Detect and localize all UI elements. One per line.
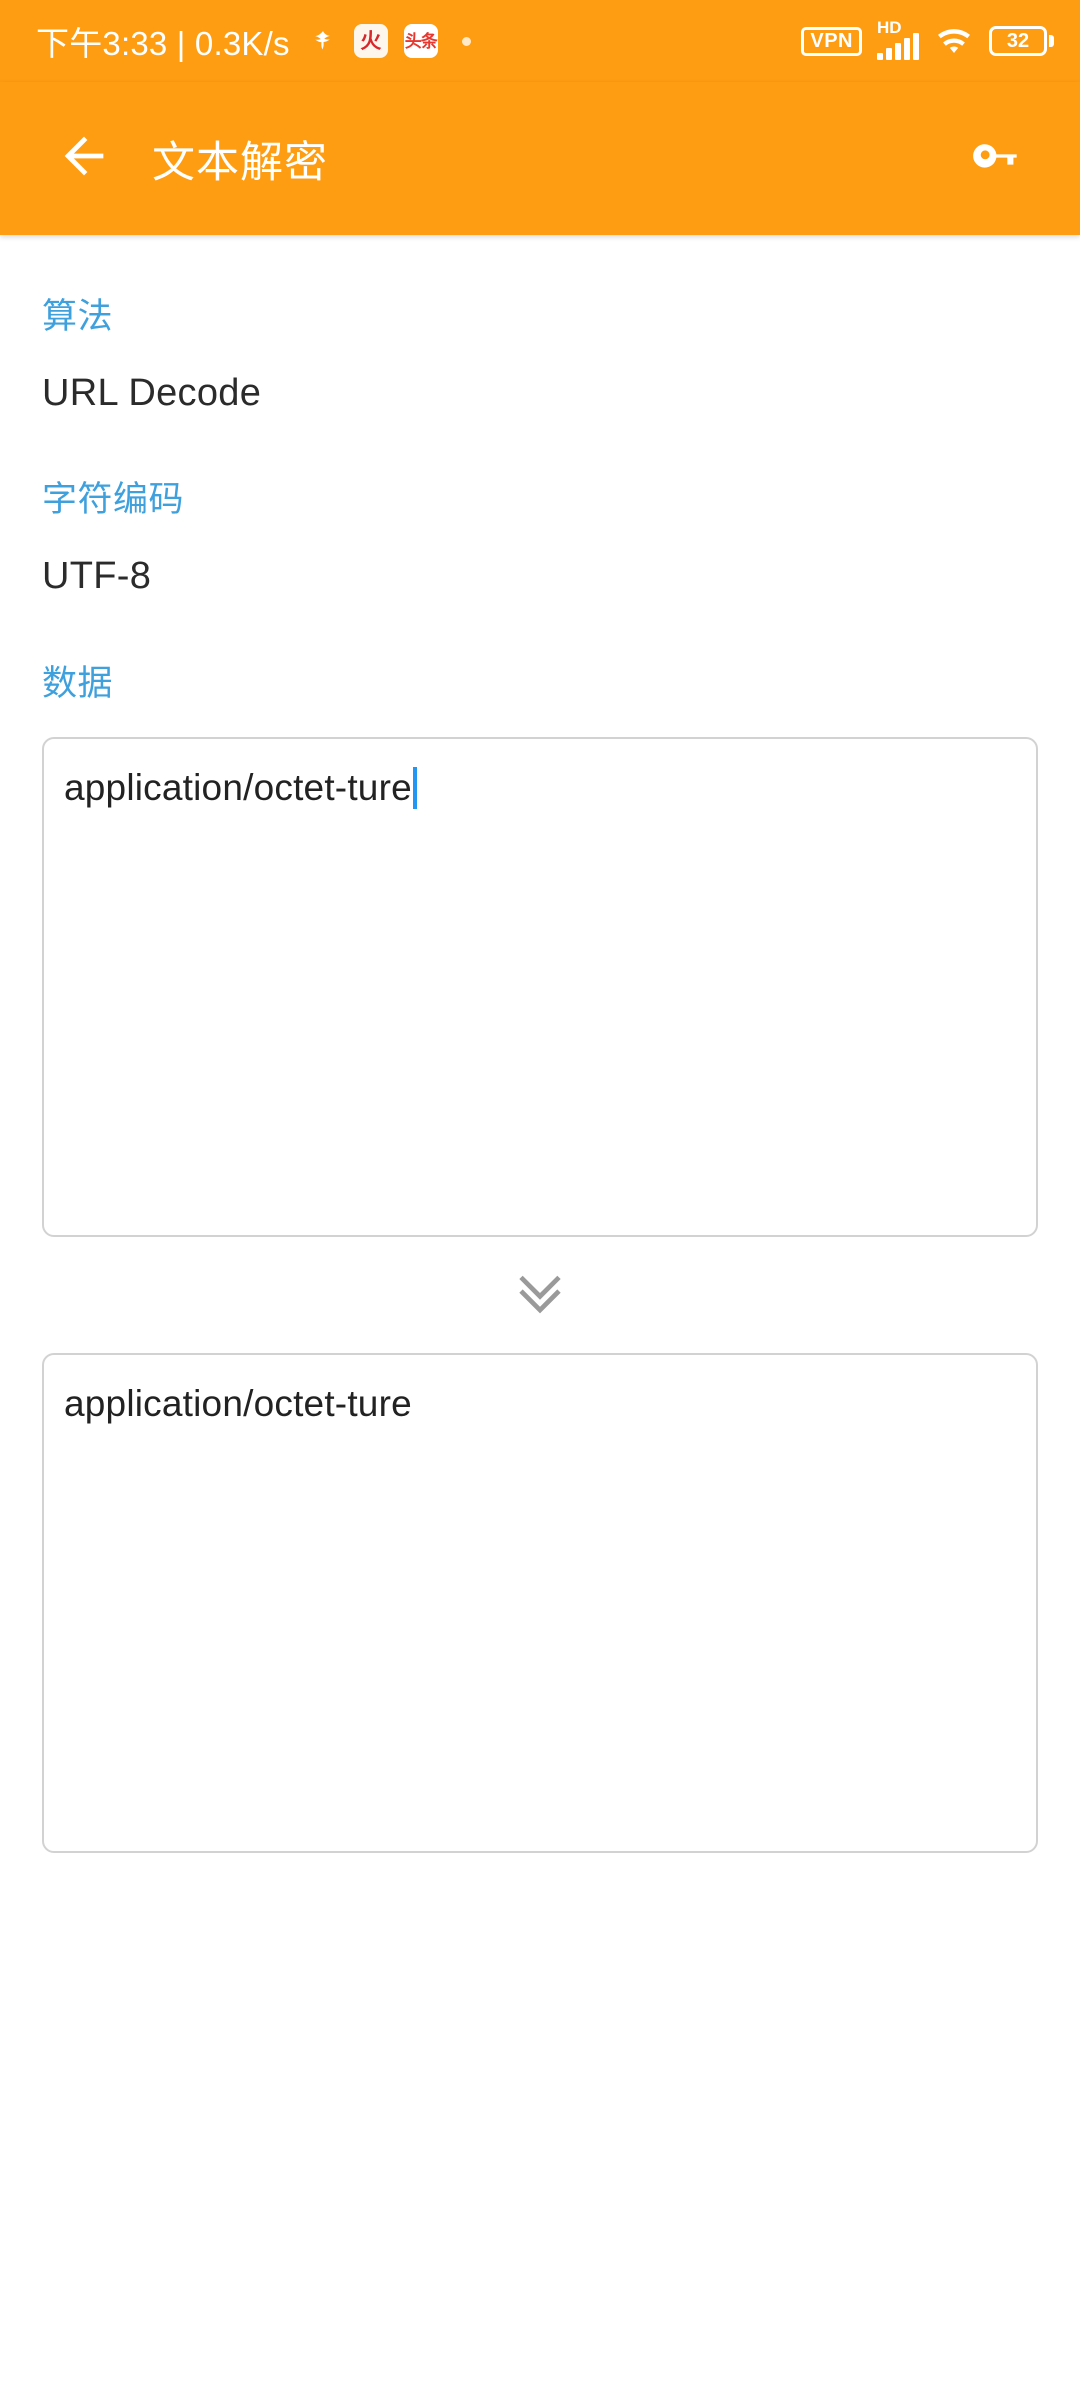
key-action-button[interactable] (956, 117, 1040, 201)
vpn-icon: VPN (801, 26, 862, 56)
result-output-text: application/octet-ture (64, 1383, 412, 1424)
data-input-text: application/octet-ture (64, 767, 412, 808)
signal-bars (877, 33, 919, 60)
convert-divider[interactable] (42, 1237, 1038, 1353)
app-bar: 文本解密 (0, 82, 1080, 235)
encoding-value[interactable]: UTF-8 (42, 555, 1038, 598)
status-bar-right: VPN HD 32 (801, 18, 1054, 60)
text-caret (412, 767, 417, 809)
hd-icon: HD (877, 18, 902, 37)
double-chevron-down-icon (509, 1262, 571, 1329)
bird-notification-icon (308, 26, 338, 56)
algorithm-field[interactable]: 算法 URL Decode (42, 235, 1038, 415)
result-output[interactable]: application/octet-ture (42, 1353, 1038, 1853)
cellular-signal-icon: HD (877, 18, 919, 60)
main-content: 算法 URL Decode 字符编码 UTF-8 数据 application/… (0, 235, 1080, 2400)
battery-cap (1049, 35, 1054, 47)
encoding-field[interactable]: 字符编码 UTF-8 (42, 415, 1038, 598)
toutiao-notification-icon: 头条 (403, 24, 438, 58)
status-bar-left: 下午3:33 | 0.3K/s 火 头条 (36, 17, 471, 65)
encoding-label: 字符编码 (42, 480, 185, 519)
wifi-icon (934, 25, 974, 57)
battery-body: 32 (989, 26, 1047, 56)
battery-icon: 32 (989, 26, 1054, 56)
key-icon (970, 128, 1026, 189)
status-clock: 下午3:33 | 0.3K/s (36, 25, 290, 62)
data-field: 数据 application/octet-ture (42, 598, 1038, 1237)
notification-overflow-dot (461, 36, 471, 46)
battery-level-label: 32 (1006, 30, 1030, 52)
app-notification-icon-label: 火 (360, 29, 382, 53)
arrow-left-icon (55, 127, 113, 190)
toutiao-notification-icon-label: 头条 (404, 31, 438, 51)
back-button[interactable] (42, 117, 126, 201)
app-notification-icon: 火 (353, 24, 388, 58)
status-bar: 下午3:33 | 0.3K/s 火 头条 VPN HD 32 (0, 0, 1080, 82)
notification-icon-group: 火 头条 (308, 24, 471, 58)
page-title: 文本解密 (152, 138, 328, 187)
algorithm-value[interactable]: URL Decode (42, 372, 1038, 415)
algorithm-label: 算法 (42, 297, 114, 336)
data-input[interactable]: application/octet-ture (42, 737, 1038, 1237)
data-label: 数据 (42, 664, 114, 703)
